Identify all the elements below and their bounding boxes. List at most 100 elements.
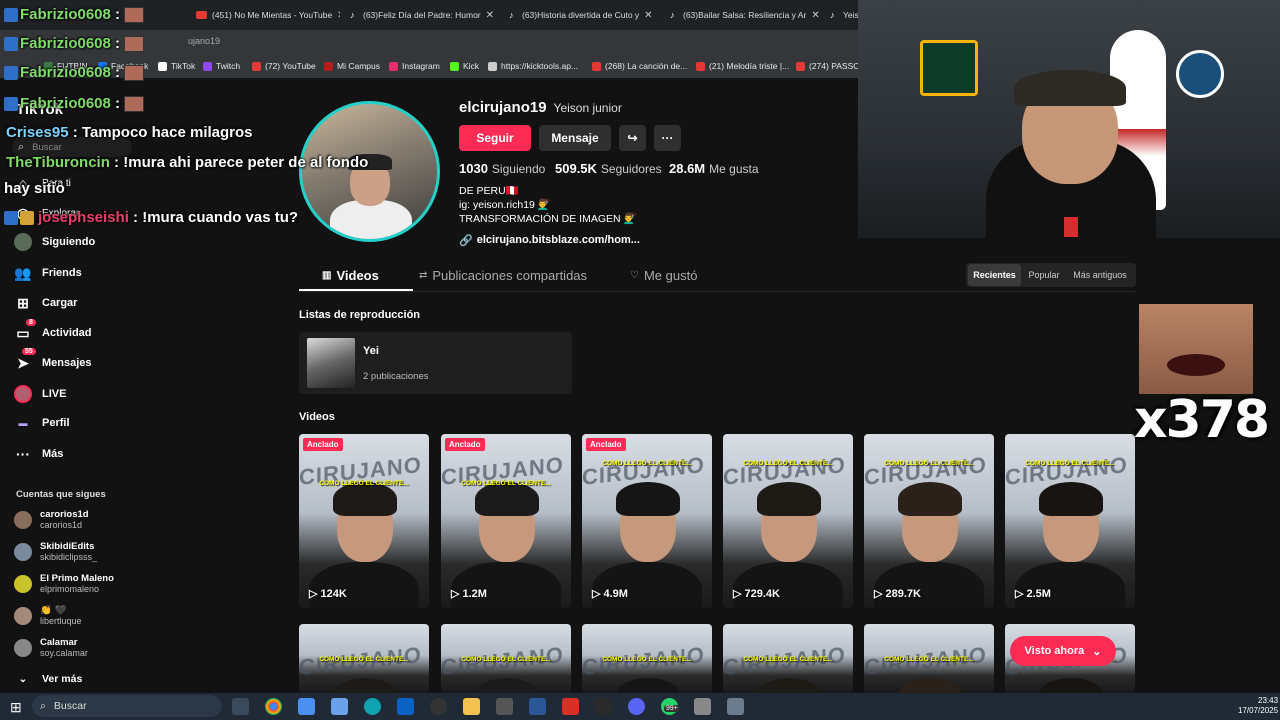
sort-popular-button[interactable]: Popular bbox=[1023, 264, 1065, 286]
discord-icon[interactable] bbox=[628, 698, 645, 715]
chrome-icon[interactable] bbox=[265, 698, 282, 715]
see-more-link[interactable]: ⌄ Ver más bbox=[14, 670, 83, 688]
bookmark[interactable]: Mi Campus bbox=[324, 61, 380, 71]
close-icon[interactable]: ✕ bbox=[486, 10, 494, 21]
windows-start-icon[interactable]: ⊞ bbox=[10, 699, 22, 716]
badge-icon bbox=[4, 97, 18, 112]
sidebar-item-siguiendo[interactable]: Siguiendo bbox=[14, 233, 95, 251]
video-figure bbox=[592, 562, 702, 608]
sort-oldest-button[interactable]: Más antiguos bbox=[1067, 264, 1133, 286]
bookmark[interactable]: (21) Melodía triste |... bbox=[696, 61, 789, 71]
video-card[interactable]: CIRUJANOCOMO LLEGÓ EL CLIENTE... bbox=[864, 624, 994, 693]
bookmark[interactable]: Kick bbox=[450, 61, 479, 71]
video-card[interactable]: CIRUJANO COMO LLEGÓ EL CLIENTE... Anclado ▷… bbox=[582, 434, 712, 608]
app-icon[interactable] bbox=[496, 698, 513, 715]
profile-avatar[interactable] bbox=[299, 101, 440, 242]
chat-message: Fabrizio0608 : bbox=[4, 6, 145, 24]
emote-image bbox=[1139, 304, 1253, 394]
sidebar-item-perfil[interactable]: ▬ Perfil bbox=[14, 414, 70, 432]
store-icon[interactable] bbox=[331, 698, 348, 715]
follow-button[interactable]: Seguir bbox=[459, 125, 531, 151]
message-button[interactable]: Mensaje bbox=[539, 125, 611, 151]
following-section-title: Cuentas que sigues bbox=[16, 489, 106, 500]
video-caption: COMO LLEGÓ EL CLIENTE... bbox=[319, 656, 409, 663]
chat-message: hay sitio bbox=[4, 180, 65, 197]
browser-tab[interactable]: ♪ (63)Bailar Salsa: Resiliencia y Ar ✕ bbox=[664, 4, 820, 26]
chat-message: Fabrizio0608 : bbox=[4, 64, 145, 82]
bookmark[interactable]: (72) YouTube bbox=[252, 61, 316, 71]
folder-icon[interactable] bbox=[463, 698, 480, 715]
app-icon[interactable] bbox=[562, 698, 579, 715]
more-options-button[interactable]: ··· bbox=[654, 125, 681, 151]
app-icon[interactable] bbox=[694, 698, 711, 715]
app-icon[interactable] bbox=[298, 698, 315, 715]
following-account[interactable]: carorios1d carorios1d bbox=[14, 509, 89, 530]
video-card[interactable]: CIRUJANO COMO LLEGÓ EL CLIENTE... ▷ 289.7K bbox=[864, 434, 994, 608]
sidebar-item-friends[interactable]: 👥 Friends bbox=[14, 264, 81, 282]
video-card[interactable]: CIRUJANOCOMO LLEGÓ EL CLIENTE... bbox=[723, 624, 853, 693]
sidebar-item-cargar[interactable]: ⊞ Cargar bbox=[14, 294, 77, 312]
bookmark[interactable]: (268) La canción de... bbox=[592, 61, 687, 71]
outlook-icon[interactable] bbox=[397, 698, 414, 715]
browser-tab[interactable]: ♪ (63)Feliz Día del Padre: Humor ✕ bbox=[344, 4, 494, 26]
word-icon[interactable] bbox=[529, 698, 546, 715]
browser-tab[interactable]: ♪Yeiso bbox=[824, 4, 858, 26]
obs-icon[interactable] bbox=[430, 698, 447, 715]
browser-tab[interactable]: ♪ (63)Historia divertida de Cuto y ✕ bbox=[503, 4, 653, 26]
close-icon[interactable]: ✕ bbox=[644, 10, 652, 21]
following-account[interactable]: SkibidiEdits skibidiclipsss_ bbox=[14, 541, 97, 562]
tab-liked[interactable]: ♡ Me gustó bbox=[630, 268, 697, 283]
profile-title: elcirujano19 Yeison junior bbox=[459, 99, 622, 116]
sidebar-item-mensajes[interactable]: ➤ 55 Mensajes bbox=[14, 348, 92, 372]
share-icon: ↪ bbox=[627, 131, 638, 145]
bookmark[interactable]: TikTok bbox=[158, 61, 195, 71]
taskbar-search[interactable]: ⌕ Buscar bbox=[32, 695, 222, 717]
playlist-card[interactable]: Yei 2 publicaciones bbox=[299, 332, 572, 394]
close-icon[interactable]: ✕ bbox=[811, 10, 819, 21]
seen-now-button[interactable]: Visto ahora ⌄ bbox=[1010, 636, 1116, 666]
close-icon[interactable]: ✕ bbox=[337, 10, 340, 21]
bookmark[interactable]: Twitch bbox=[203, 61, 240, 71]
tab-shared-posts[interactable]: ⇄ Publicaciones compartidas bbox=[419, 268, 587, 283]
club-logo-decoration bbox=[1176, 50, 1224, 98]
play-icon: ▷ bbox=[874, 588, 883, 600]
sidebar-item-mas[interactable]: ··· Más bbox=[14, 445, 63, 463]
emote-counter: x378 bbox=[1134, 390, 1270, 450]
sidebar-item-actividad[interactable]: ▭ 8 Actividad bbox=[14, 319, 92, 342]
video-card[interactable]: CIRUJANO COMO LLEGÓ EL CLIENTE... Anclado ▷… bbox=[441, 434, 571, 608]
followers-count[interactable]: 509.5K Seguidores bbox=[555, 160, 662, 178]
share-button[interactable]: ↪ bbox=[619, 125, 646, 151]
video-figure bbox=[333, 678, 397, 693]
video-card[interactable]: CIRUJANOCOMO LLEGÓ EL CLIENTE... bbox=[582, 624, 712, 693]
video-caption: COMO LLEGÓ EL CLIENTE... bbox=[319, 480, 409, 487]
playlist-name: Yei bbox=[363, 345, 379, 357]
profile-link[interactable]: 🔗 elcirujano.bitsblaze.com/hom... bbox=[459, 234, 640, 247]
tab-videos[interactable]: ▥ Videos bbox=[322, 268, 379, 283]
sidebar-item-live[interactable]: LIVE bbox=[14, 385, 66, 403]
video-card[interactable]: CIRUJANO COMO LLEGÓ EL CLIENTE... Anclado ▷… bbox=[299, 434, 429, 608]
view-count: ▷ 289.7K bbox=[874, 587, 921, 601]
sort-recent-button[interactable]: Recientes bbox=[968, 264, 1021, 286]
bookmark[interactable]: https://kicktools.ap... bbox=[488, 61, 578, 71]
bookmark[interactable]: Instagram bbox=[389, 61, 440, 71]
task-view-icon[interactable] bbox=[232, 698, 249, 715]
bookmark[interactable]: (274) PASSO I bbox=[796, 61, 865, 71]
video-figure bbox=[757, 678, 821, 693]
video-card[interactable]: CIRUJANO COMO LLEGÓ EL CLIENTE... ▷ 2.5M bbox=[1005, 434, 1135, 608]
video-card[interactable]: CIRUJANOCOMO LLEGÓ EL CLIENTE... bbox=[441, 624, 571, 693]
video-card[interactable]: CIRUJANO COMO LLEGÓ EL CLIENTE... ▷ 729.4K bbox=[723, 434, 853, 608]
following-account[interactable]: Calamar soy.calamar bbox=[14, 637, 88, 658]
video-card[interactable]: CIRUJANOCOMO LLEGÓ EL CLIENTE... bbox=[299, 624, 429, 693]
calculator-icon[interactable] bbox=[727, 698, 744, 715]
following-account[interactable]: El Primo Maleno elprimomaleno bbox=[14, 573, 114, 594]
following-count[interactable]: 1030 Siguiendo bbox=[459, 160, 545, 178]
badge-icon bbox=[4, 37, 18, 52]
browser-tab[interactable]: (451) No Me Mientas - YouTube✕ bbox=[190, 4, 340, 26]
app-icon[interactable] bbox=[595, 698, 612, 715]
view-count: ▷ 4.9M bbox=[592, 587, 628, 601]
tiktok-icon: ♪ bbox=[670, 9, 675, 20]
edge-icon[interactable] bbox=[364, 698, 381, 715]
following-account[interactable]: 👏 🖤 libertluque bbox=[14, 605, 82, 626]
system-clock[interactable]: 23:43 17/07/2025 bbox=[1238, 696, 1278, 716]
video-figure bbox=[898, 482, 962, 516]
